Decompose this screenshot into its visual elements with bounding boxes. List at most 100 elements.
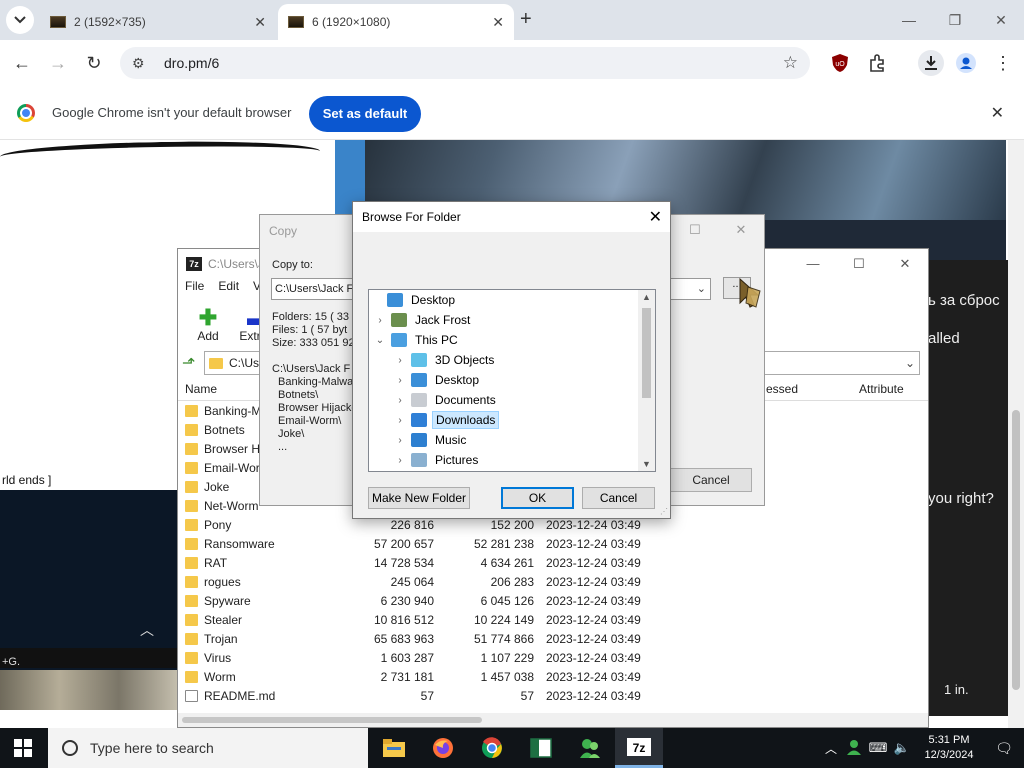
copy-cancel-button[interactable]: Cancel: [670, 468, 752, 492]
chevron-down-icon[interactable]: ⌄: [697, 282, 706, 295]
scrollbar-thumb[interactable]: [642, 308, 651, 398]
volume-icon[interactable]: 🔈: [890, 740, 914, 756]
horizontal-scrollbar[interactable]: [178, 713, 928, 727]
scrollbar-thumb[interactable]: [1012, 410, 1020, 690]
page-text: ь за сброс: [928, 292, 1000, 309]
start-button[interactable]: [14, 739, 32, 757]
downloads-icon[interactable]: [918, 50, 944, 76]
maximize-icon[interactable]: ☐: [836, 249, 882, 279]
bookmark-star-icon[interactable]: ☆: [783, 53, 798, 73]
row-name: Ransomware: [178, 537, 366, 551]
table-row[interactable]: Ransomware 57 200 657 52 281 238 2023-12-24…: [178, 534, 928, 553]
minimize-icon[interactable]: —: [886, 0, 932, 40]
tree-node[interactable]: › Downloads: [393, 410, 500, 430]
ublock-icon[interactable]: uO: [829, 52, 851, 74]
chevron-up-icon[interactable]: ︿: [820, 740, 842, 757]
scroll-up-icon[interactable]: ▲: [638, 292, 655, 302]
make-new-folder-button[interactable]: Make New Folder: [368, 487, 470, 509]
extensions-icon[interactable]: [866, 52, 888, 74]
file-explorer-icon[interactable]: [370, 728, 418, 768]
table-row[interactable]: Worm 2 731 181 1 457 038 2023-12-24 03:49: [178, 667, 928, 686]
table-row[interactable]: rogues 245 064 206 283 2023-12-24 03:49: [178, 572, 928, 591]
new-tab-button[interactable]: +: [520, 8, 532, 31]
table-row[interactable]: Trojan 65 683 963 51 774 866 2023-12-24 03:…: [178, 629, 928, 648]
network-icon[interactable]: ⌨: [866, 740, 890, 756]
copy-to-path-text: C:\Users\Jack F: [275, 283, 354, 295]
chevron-right-icon[interactable]: ›: [393, 415, 407, 426]
reload-icon[interactable]: ↻: [81, 50, 107, 76]
menu-file[interactable]: File: [185, 279, 204, 299]
browser-tab-1[interactable]: 2 (1592×735) ✕: [40, 4, 276, 40]
maximize-icon[interactable]: ☐: [672, 215, 718, 245]
notifications-icon[interactable]: 🗨: [984, 740, 1024, 757]
resize-grip-icon[interactable]: ⋰: [660, 507, 668, 516]
menu-edit[interactable]: Edit: [218, 279, 239, 299]
ok-button[interactable]: OK: [501, 487, 574, 509]
table-row[interactable]: README.md 57 57 2023-12-24 03:49: [178, 686, 928, 705]
spreadsheet-app-icon[interactable]: [517, 728, 565, 768]
tree-node[interactable]: Desktop: [369, 290, 458, 310]
set-as-default-button[interactable]: Set as default: [309, 96, 421, 132]
chevron-right-icon[interactable]: ›: [393, 355, 407, 366]
chevron-down-icon[interactable]: ⌄: [905, 356, 915, 370]
messenger-app-icon[interactable]: [566, 728, 614, 768]
close-icon[interactable]: ✕: [254, 14, 266, 31]
chevron-right-icon[interactable]: ›: [393, 395, 407, 406]
tree-node[interactable]: › Music: [393, 430, 469, 450]
chevron-right-icon[interactable]: ›: [393, 435, 407, 446]
sevenzip-taskbar-icon[interactable]: 7z: [615, 728, 663, 768]
column-attributes[interactable]: Attribute: [843, 382, 928, 396]
restore-icon[interactable]: ❐: [932, 0, 978, 40]
close-icon[interactable]: ✕: [649, 207, 662, 227]
chevron-right-icon[interactable]: ›: [373, 315, 387, 326]
user-tray-icon[interactable]: [842, 739, 866, 758]
close-icon[interactable]: ✕: [718, 215, 764, 245]
tree-scrollbar[interactable]: ▲ ▼: [638, 290, 655, 471]
add-button[interactable]: ✚ Add: [186, 307, 230, 344]
close-window-icon[interactable]: ✕: [978, 0, 1024, 40]
browser-tab-2[interactable]: 6 (1920×1080) ✕: [278, 4, 514, 40]
table-row[interactable]: RAT 14 728 534 4 634 261 2023-12-24 03:49: [178, 553, 928, 572]
close-icon[interactable]: ✕: [492, 14, 504, 31]
site-settings-icon[interactable]: ⚙: [132, 55, 150, 72]
chevron-right-icon[interactable]: ›: [393, 455, 407, 466]
minimize-icon[interactable]: —: [790, 249, 836, 279]
table-row[interactable]: Spyware 6 230 940 6 045 126 2023-12-24 03:4…: [178, 591, 928, 610]
tab-search-button[interactable]: [6, 6, 34, 34]
scroll-down-icon[interactable]: ▼: [638, 459, 655, 469]
chrome-icon[interactable]: [468, 728, 516, 768]
cancel-button[interactable]: Cancel: [582, 487, 655, 509]
sevenzip-window-controls: — ☐ ✕: [790, 249, 928, 279]
page-text: 1 in.: [944, 682, 969, 697]
taskbar-clock[interactable]: 5:31 PM 12/3/2024: [914, 733, 984, 763]
list-item: Browser Hijacke: [278, 402, 358, 414]
profile-avatar-icon[interactable]: [955, 52, 977, 74]
tree-node[interactable]: › Documents: [393, 390, 499, 410]
row-modified: 2023-12-24 03:49: [546, 669, 641, 684]
tree-node[interactable]: › Jack Frost: [373, 310, 473, 330]
chevron-down-icon[interactable]: ⌄: [373, 335, 387, 346]
firefox-icon[interactable]: [419, 728, 467, 768]
row-size: 226 816: [390, 517, 434, 532]
close-window-icon[interactable]: ✕: [882, 249, 928, 279]
table-row[interactable]: Stealer 10 816 512 10 224 149 2023-12-24 03…: [178, 610, 928, 629]
tree-node[interactable]: › Pictures: [393, 450, 481, 470]
row-name-text: Banking-M: [204, 403, 262, 418]
forward-arrow-icon[interactable]: →: [45, 50, 71, 76]
cube-icon: [411, 353, 427, 367]
back-arrow-icon[interactable]: ←: [9, 50, 35, 76]
close-infobar-icon[interactable]: ✕: [991, 103, 1004, 123]
chevron-right-icon[interactable]: ›: [393, 375, 407, 386]
tree-node[interactable]: › 3D Objects: [393, 350, 497, 370]
more-menu-icon[interactable]: ⋮: [992, 52, 1014, 74]
page-dark-strip: [0, 648, 178, 668]
scrollbar-thumb[interactable]: [182, 717, 482, 723]
tree-node[interactable]: ⌄ This PC: [373, 330, 461, 350]
page-scrollbar[interactable]: [1008, 140, 1024, 728]
copy-dialog-controls: ☐ ✕: [672, 215, 764, 245]
address-bar[interactable]: ⚙ dro.pm/6 ☆: [120, 47, 810, 79]
table-row[interactable]: Virus 1 603 287 1 107 229 2023-12-24 03:49: [178, 648, 928, 667]
taskbar-search[interactable]: Type here to search: [48, 728, 368, 768]
up-folder-icon[interactable]: ⬏: [182, 353, 204, 373]
tree-node[interactable]: › Desktop: [393, 370, 482, 390]
